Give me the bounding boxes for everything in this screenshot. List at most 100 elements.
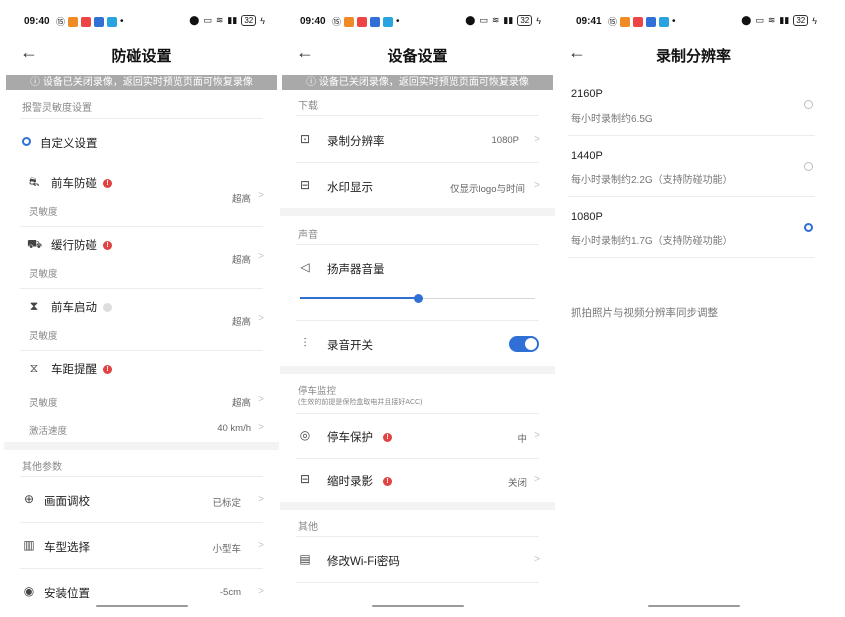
status-right: ⬤ ▭ ≋ ▮▮ 32 ϟ	[741, 15, 817, 26]
screen-record-resolution: 09:41 ⑮ • ⬤ ▭ ≋ ▮▮ 32 ϟ ← 录制分辨率 2160P 每小…	[556, 0, 831, 617]
battery-icon: 32	[241, 15, 257, 26]
watermark-row[interactable]: ⊟ 水印显示 仅显示logo与时间 >	[280, 178, 555, 196]
volume-slider-fill	[300, 297, 418, 299]
calibration-row[interactable]: ⊕ 画面调校 已标定 >	[4, 492, 279, 510]
charging-icon: ϟ	[812, 15, 817, 26]
custom-radio[interactable]	[22, 137, 31, 146]
option-label: 2160P	[571, 88, 603, 100]
signal-icon: ▮▮	[779, 15, 790, 25]
calibration-label: 画面调校	[44, 496, 90, 508]
calibration-value: 已标定	[212, 498, 241, 509]
front-collision-label: 前车防碰	[51, 178, 97, 190]
home-indicator[interactable]	[371, 605, 464, 607]
timelapse-icon: ⊟	[299, 472, 311, 486]
notification-icons: ⑮ •	[608, 16, 676, 27]
record-resolution-row[interactable]: ⊡ 录制分辨率 1080P >	[280, 132, 555, 150]
home-indicator[interactable]	[95, 605, 188, 607]
distance-icon: ⧖	[29, 361, 39, 375]
option-radio-selected[interactable]	[804, 223, 813, 232]
sync-note: 抓拍照片与视频分辨率同步调整	[571, 307, 718, 319]
chevron-right-icon: >	[258, 313, 264, 324]
camera-icon: ◎	[299, 428, 311, 442]
activation-speed-value: 40 km/h	[217, 423, 251, 434]
wifi-password-row[interactable]: ▤ 修改Wi-Fi密码 >	[280, 552, 555, 570]
sensitivity-label: 灵敏度	[29, 269, 58, 280]
install-position-row[interactable]: ◉ 安装位置 -5cm >	[4, 584, 279, 602]
front-car-icon: ⛐	[28, 175, 40, 189]
chevron-right-icon: >	[258, 394, 264, 405]
option-1080p[interactable]: 1080P 每小时录制约1.7G（支持防碰功能）	[556, 209, 831, 253]
wifi-icon: ≋	[491, 15, 500, 25]
record-audio-toggle[interactable]	[509, 336, 539, 352]
sensitivity-label: 灵敏度	[29, 207, 58, 218]
screen-anticollision: 09:40 ⑮ • ⬤ ▭ ≋ ▮▮ 32 ϟ ← 防碰设置 ⓘ 设备已关闭录像…	[4, 0, 279, 617]
wifi-icon: ≋	[767, 15, 776, 25]
option-radio[interactable]	[804, 100, 813, 109]
charging-icon: ϟ	[260, 15, 265, 26]
chevron-right-icon: >	[534, 180, 540, 191]
location-pin-icon: ◉	[23, 584, 35, 598]
warning-badge-icon: !	[103, 365, 112, 375]
watermark-value: 仅显示logo与时间	[450, 184, 525, 195]
record-audio-row: ⫶ 录音开关	[280, 336, 555, 354]
chevron-right-icon: >	[534, 554, 540, 565]
distance-alert-label: 车距提醒	[51, 364, 97, 376]
vehicle-type-value: 小型车	[212, 544, 241, 555]
option-1440p[interactable]: 1440P 每小时录制约2.2G（支持防碰功能）	[556, 148, 831, 192]
chevron-right-icon: >	[258, 494, 264, 505]
volume-slider-knob[interactable]	[413, 294, 423, 303]
section-parking: 停车监控	[298, 386, 337, 397]
status-time: 09:40	[24, 16, 50, 27]
chevron-right-icon: >	[258, 422, 264, 433]
sensitivity-value: 超高	[231, 194, 251, 205]
home-indicator[interactable]	[647, 605, 740, 607]
slow-collision-row[interactable]: ⛟ 缓行防碰! 灵敏度 超高 >	[4, 234, 279, 284]
speaker-icon: ◁	[300, 260, 310, 274]
section-other-params: 其他参数	[22, 462, 62, 473]
chevron-right-icon: >	[258, 540, 264, 551]
custom-label: 自定义设置	[40, 138, 98, 150]
nfc-icon: ▭	[203, 15, 212, 25]
wifi-icon: ≋	[215, 15, 224, 25]
nfc-icon: ▭	[755, 15, 764, 25]
nav-bar: ← 设备设置	[280, 42, 555, 68]
battery-icon: 32	[793, 15, 809, 26]
distance-alert-row[interactable]: ⧖ 车距提醒! 灵敏度 超高 > 激活速度 40 km/h >	[4, 358, 279, 438]
target-icon: ⊕	[23, 492, 35, 506]
slow-traffic-icon: ⛟	[27, 237, 43, 251]
status-time: 09:40	[300, 16, 326, 27]
parking-protect-label: 停车保护	[327, 432, 373, 444]
front-start-label: 前车启动	[51, 302, 97, 314]
recording-off-banner: ⓘ 设备已关闭录像，返回实时预览页面可恢复录像	[6, 75, 277, 90]
status-bar: 09:40 ⑮ • ⬤ ▭ ≋ ▮▮ 32 ϟ	[280, 12, 555, 30]
sensitivity-label: 灵敏度	[29, 331, 58, 342]
front-collision-row[interactable]: ⛐ 前车防碰! 灵敏度 超高 >	[4, 172, 279, 222]
screen-device-settings: 09:40 ⑮ • ⬤ ▭ ≋ ▮▮ 32 ϟ ← 设备设置 ⓘ 设备已关闭录像…	[280, 0, 555, 617]
record-audio-label: 录音开关	[327, 340, 373, 352]
front-start-row[interactable]: ⧗ 前车启动 灵敏度 超高 >	[4, 296, 279, 346]
custom-setting-row[interactable]: 自定义设置	[4, 134, 279, 150]
parking-note: (生效的前提是保险盒取电并且接好ACC)	[298, 399, 423, 406]
wifi-password-label: 修改Wi-Fi密码	[327, 556, 400, 568]
warning-badge-icon: !	[383, 477, 392, 487]
nav-bar: ← 防碰设置	[4, 42, 279, 68]
option-2160p[interactable]: 2160P 每小时录制约6.5G	[556, 86, 831, 130]
install-position-label: 安装位置	[44, 588, 90, 600]
charging-icon: ϟ	[536, 15, 541, 26]
warning-badge-icon: !	[103, 241, 112, 251]
front-start-icon: ⧗	[29, 299, 39, 313]
chevron-right-icon: >	[258, 586, 264, 597]
chevron-right-icon: >	[534, 430, 540, 441]
audio-wave-icon: ⫶	[303, 336, 307, 350]
option-radio[interactable]	[804, 162, 813, 171]
sensitivity-value: 超高	[231, 317, 251, 328]
vehicle-type-row[interactable]: ▥ 车型选择 小型车 >	[4, 538, 279, 556]
record-resolution-label: 录制分辨率	[327, 136, 385, 148]
option-label: 1440P	[571, 150, 603, 162]
notification-icons: ⑮ •	[56, 16, 124, 27]
timelapse-label: 缩时录影	[327, 476, 373, 488]
parking-protect-row[interactable]: ◎ 停车保护! 中 >	[280, 428, 555, 446]
status-right: ⬤ ▭ ≋ ▮▮ 32 ϟ	[189, 15, 265, 26]
timelapse-row[interactable]: ⊟ 缩时录影! 关闭 >	[280, 472, 555, 490]
distance-sensitivity-label: 灵敏度	[29, 398, 58, 409]
